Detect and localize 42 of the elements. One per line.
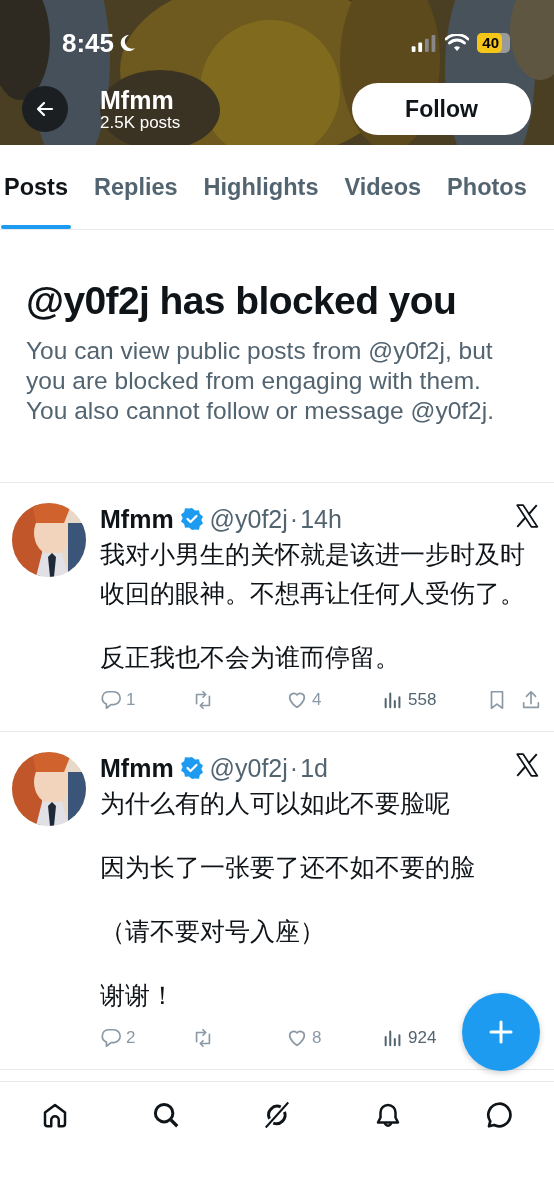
views-count: 924 — [408, 1028, 437, 1048]
blocked-message: You can view public posts from @y0f2j, but you are blocked from engaging with them. You also cannot follow or message @y0f2j. — [26, 336, 495, 426]
profile-tab[interactable]: Photos — [444, 145, 530, 229]
author-name[interactable]: Mfmm — [100, 753, 174, 783]
author-name[interactable]: Mfmm — [100, 504, 174, 534]
reply-icon[interactable] — [100, 689, 122, 711]
arrow-left-icon — [35, 99, 55, 119]
post-text: 谢谢！ — [100, 980, 175, 1011]
like-count: 4 — [312, 690, 322, 710]
profile-name: Mfmm — [100, 86, 175, 113]
wifi-icon — [445, 34, 470, 52]
profile-tab[interactable]: Replies — [91, 145, 181, 229]
separator-dot: · — [289, 753, 299, 783]
post-text: （请不要对号入座） — [100, 916, 325, 947]
compose-button[interactable] — [462, 993, 540, 1071]
reply-icon[interactable] — [100, 1027, 122, 1049]
follow-button[interactable]: Follow — [352, 83, 531, 135]
clock-time: 8:45 — [62, 27, 115, 59]
post-count: 2.5K posts — [100, 112, 182, 132]
post-text: 反正我也不会为谁而停留。 — [100, 642, 400, 673]
separator-dot: · — [289, 504, 299, 534]
profile-tab[interactable]: Highlights — [200, 145, 322, 229]
x-logo-icon — [514, 752, 540, 778]
author-handle[interactable]: @y0f2j — [209, 504, 288, 534]
views-count: 558 — [408, 690, 437, 710]
blocked-title: @y0f2j has blocked you — [26, 278, 458, 324]
post-text: 为什么有的人可以如此不要脸呢 — [100, 788, 450, 819]
author-handle[interactable]: @y0f2j — [209, 753, 288, 783]
battery-level: 40 — [477, 33, 502, 53]
post-time[interactable]: 14h — [300, 504, 342, 534]
slashed-circle-icon[interactable] — [262, 1100, 292, 1130]
x-logo-icon — [514, 503, 540, 529]
reply-count: 2 — [126, 1028, 136, 1048]
post-text: 我对小男生的关怀就是该进一步时及时收回的眼神。不想再让任何人受伤了。 — [100, 539, 526, 609]
profile-tab[interactable]: Posts — [1, 145, 71, 229]
share-icon[interactable] — [520, 689, 542, 711]
post-text: 因为长了一张要了还不如不要的脸 — [100, 852, 475, 883]
reply-count: 1 — [126, 690, 136, 710]
post-time[interactable]: 1d — [300, 753, 328, 783]
signal-icon — [411, 34, 438, 52]
profile-tab[interactable]: Videos — [341, 145, 425, 229]
like-count: 8 — [312, 1028, 322, 1048]
